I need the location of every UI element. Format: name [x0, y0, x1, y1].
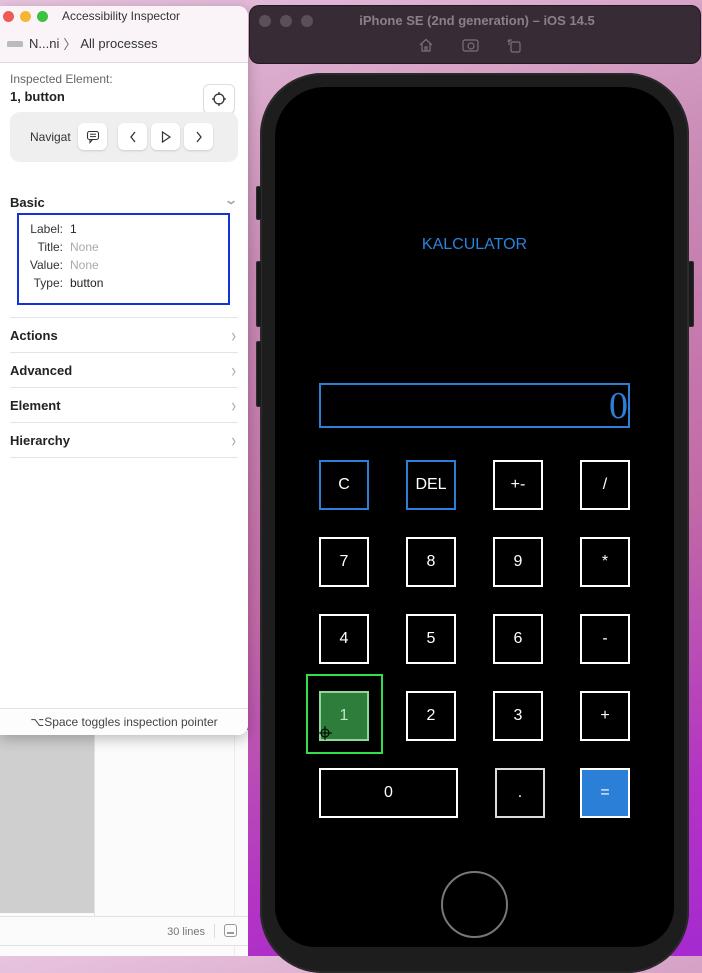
power-button [688, 261, 694, 327]
key-clear[interactable]: C [319, 460, 369, 510]
breadcrumb-separator: 〉 [63, 37, 77, 52]
window-controls [3, 11, 48, 22]
navigation-label: Navigat [30, 130, 71, 144]
section-title: Hierarchy [10, 432, 70, 448]
key-add[interactable]: + [580, 691, 630, 741]
section-title: Element [10, 397, 61, 413]
accessibility-inspector-window: Accessibility Inspector N...ni 〉 All pro… [0, 6, 248, 735]
inspection-pointer-button[interactable] [203, 84, 235, 114]
section-hierarchy[interactable]: Hierarchy › [10, 423, 238, 458]
background-gray-pane [0, 730, 94, 913]
chevron-right-icon: › [231, 393, 236, 417]
property-key: Type: [33, 276, 63, 290]
zoom-button[interactable] [37, 11, 48, 22]
key-9[interactable]: 9 [493, 537, 543, 587]
section-actions[interactable]: Actions › [10, 318, 238, 353]
simulator-titlebar: iPhone SE (2nd generation) – iOS 14.5 [249, 5, 701, 64]
breadcrumb-device[interactable]: N...ni [29, 36, 59, 51]
line-count: 30 lines [167, 926, 205, 938]
property-value: 1 [70, 222, 77, 236]
display-value: 0 [609, 385, 628, 427]
screenshot-icon[interactable] [462, 37, 479, 53]
background-app-panel: 30 lines [0, 730, 248, 956]
previous-element-button[interactable] [118, 123, 147, 150]
volume-down-button [256, 341, 262, 407]
property-key: Label: [30, 222, 63, 236]
speech-bubble-icon [86, 130, 99, 144]
next-element-button[interactable] [184, 123, 213, 150]
section-advanced[interactable]: Advanced › [10, 353, 238, 388]
chevron-right-icon: › [231, 428, 236, 452]
chevron-left-icon [129, 131, 136, 142]
simulator-toolbar [250, 37, 700, 53]
basic-section-title: Basic [10, 195, 45, 210]
key-4[interactable]: 4 [319, 614, 369, 664]
key-subtract[interactable]: - [580, 614, 630, 664]
app-title: KALCULATOR [421, 236, 528, 253]
key-divide[interactable]: / [580, 460, 630, 510]
speak-button[interactable] [78, 123, 107, 150]
crosshair-icon [212, 92, 226, 106]
inspector-titlebar: Accessibility Inspector N...ni 〉 All pro… [0, 6, 248, 63]
navigation-panel: Navigat [10, 112, 238, 162]
chevron-right-icon: › [231, 323, 236, 347]
window-title: Accessibility Inspector [62, 9, 181, 23]
target-breadcrumb[interactable]: N...ni 〉 All processes [7, 34, 158, 53]
chevron-right-icon: › [231, 358, 236, 382]
property-title-row: Title: None [19, 238, 228, 256]
status-separator [214, 924, 215, 938]
property-key: Value: [29, 258, 63, 272]
home-button[interactable] [441, 871, 508, 938]
property-value: None [70, 240, 99, 254]
key-3[interactable]: 3 [493, 691, 543, 741]
section-title: Advanced [10, 362, 73, 378]
rotate-icon[interactable] [506, 37, 522, 53]
chevron-right-icon [195, 131, 202, 142]
inspected-element-label: Inspected Element: [10, 72, 113, 86]
key-decimal[interactable]: . [495, 768, 545, 818]
key-8[interactable]: 8 [406, 537, 456, 587]
key-0[interactable]: 0 [319, 768, 458, 818]
auto-navigate-button[interactable] [151, 123, 180, 150]
section-element[interactable]: Element › [10, 388, 238, 423]
key-5[interactable]: 5 [406, 614, 456, 664]
key-7[interactable]: 7 [319, 537, 369, 587]
property-label-row: Label: 1 [19, 220, 228, 238]
property-value: button [70, 276, 104, 290]
device-icon [7, 40, 23, 47]
key-multiply[interactable]: * [580, 537, 630, 587]
inspection-hint: ⌥Space toggles inspection pointer [0, 708, 248, 735]
simulator-title: iPhone SE (2nd generation) – iOS 14.5 [359, 13, 595, 28]
breadcrumb-target[interactable]: All processes [80, 36, 157, 51]
play-icon [161, 130, 171, 143]
key-6[interactable]: 6 [493, 614, 543, 664]
key-2[interactable]: 2 [406, 691, 456, 741]
property-key: Title: [37, 240, 63, 254]
home-icon[interactable] [418, 37, 434, 53]
iphone-screen [275, 87, 674, 947]
close-button[interactable] [3, 11, 14, 22]
background-divider [94, 730, 95, 916]
key-plus-minus[interactable]: +- [493, 460, 543, 510]
key-delete[interactable]: DEL [406, 460, 456, 510]
minimize-button[interactable] [20, 11, 31, 22]
inspector-body: Inspected Element: 1, button Navigat Bas… [0, 72, 248, 458]
basic-section-header[interactable]: Basic ⌄ [10, 193, 238, 210]
inspector-sections: Actions › Advanced › Element › Hierarchy… [10, 317, 238, 458]
volume-up-button [256, 261, 262, 327]
chevron-down-icon[interactable]: ⌄ [224, 193, 238, 207]
panel-toggle-icon[interactable] [224, 924, 237, 937]
basic-properties-box: Label: 1 Title: None Value: None Type: b… [17, 213, 230, 305]
inspection-pointer-icon [318, 726, 332, 740]
property-value: None [70, 258, 99, 272]
mute-switch [256, 186, 262, 220]
background-status-bar: 30 lines [0, 916, 248, 946]
property-value-row: Value: None [19, 256, 228, 274]
key-equals[interactable]: = [580, 768, 630, 818]
property-type-row: Type: button [19, 274, 228, 292]
section-title: Actions [10, 327, 58, 343]
calculator-display: 0 [319, 383, 630, 428]
